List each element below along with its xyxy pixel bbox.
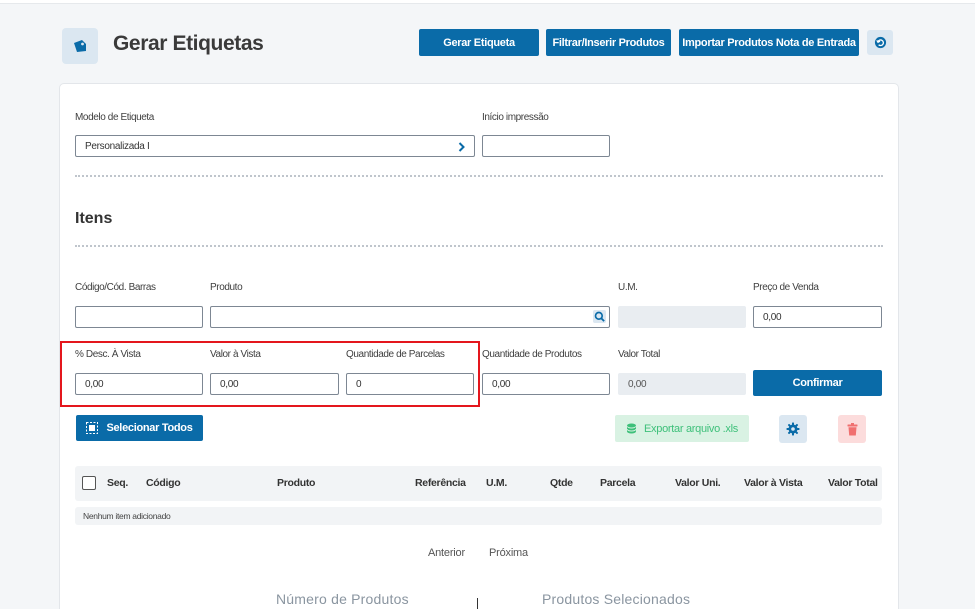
qtd-produtos-label: Quantidade de Produtos: [482, 349, 582, 360]
exportar-xls-label: Exportar arquivo .xls: [644, 422, 738, 435]
column-header: Código: [146, 477, 181, 489]
inicio-impressao-input[interactable]: [482, 135, 610, 157]
exportar-xls-button[interactable]: Exportar arquivo .xls: [615, 415, 749, 442]
column-header: Valor Uni.: [675, 477, 721, 489]
top-bar: [0, 0, 975, 4]
column-header: Valor à Vista: [744, 477, 803, 489]
itens-title: Itens: [75, 210, 113, 227]
valor-total-label: Valor Total: [618, 349, 660, 360]
tag-icon: [62, 28, 98, 64]
um-label: U.M.: [618, 282, 638, 293]
confirmar-button[interactable]: Confirmar: [753, 370, 882, 396]
gear-icon: [786, 422, 800, 436]
modelo-etiqueta-select[interactable]: Personalizada I: [75, 135, 475, 157]
produto-input[interactable]: [210, 306, 610, 328]
pagination-next[interactable]: Próxima: [489, 547, 528, 559]
settings-button[interactable]: [779, 415, 807, 443]
importar-nota-entrada-button[interactable]: Importar Produtos Nota de Entrada: [679, 29, 859, 56]
codigo-input[interactable]: [75, 306, 203, 328]
produtos-selecionados-label: Produtos Selecionados: [542, 591, 691, 607]
valor-total-input: 0,00: [618, 373, 746, 395]
column-header: Qtde: [550, 477, 573, 489]
stats-divider: [477, 598, 478, 609]
database-icon: [626, 423, 637, 434]
produto-label: Produto: [210, 282, 243, 293]
modelo-etiqueta-value: Personalizada I: [85, 140, 150, 152]
gerar-etiqueta-button[interactable]: Gerar Etiqueta: [419, 29, 539, 56]
undo-button[interactable]: [867, 30, 893, 55]
codigo-label: Código/Cód. Barras: [75, 282, 156, 293]
numero-produtos-label: Número de Produtos: [276, 591, 409, 607]
inicio-impressao-label: Início impressão: [482, 112, 549, 123]
table-header: Seq. Código Produto Referência U.M. Qtde…: [75, 466, 882, 501]
delete-button[interactable]: [838, 415, 866, 443]
column-header: Parcela: [600, 477, 636, 489]
chevron-right-icon: [458, 142, 465, 152]
modelo-etiqueta-label: Modelo de Etiqueta: [75, 112, 154, 123]
highlight-box: [60, 341, 480, 407]
pagination-previous[interactable]: Anterior: [428, 547, 465, 559]
select-all-checkbox[interactable]: [82, 476, 96, 490]
column-header: Referência: [415, 477, 466, 489]
divider: [75, 175, 883, 177]
selecionar-todos-button[interactable]: Selecionar Todos: [76, 415, 203, 441]
column-header: Valor Total: [828, 477, 878, 489]
preco-venda-label: Preço de Venda: [753, 282, 819, 293]
column-header: U.M.: [486, 477, 507, 489]
filtrar-inserir-produtos-button[interactable]: Filtrar/Inserir Produtos: [546, 29, 671, 56]
undo-icon: [874, 36, 886, 49]
column-header: Seq.: [107, 477, 128, 489]
divider: [75, 245, 883, 247]
search-icon[interactable]: [593, 310, 606, 323]
trash-icon: [847, 422, 857, 435]
selecionar-todos-label: Selecionar Todos: [106, 422, 193, 434]
column-header: Produto: [277, 477, 316, 489]
preco-venda-input[interactable]: 0,00: [753, 306, 882, 328]
qtd-produtos-input[interactable]: 0,00: [482, 373, 610, 395]
um-input: [618, 306, 746, 328]
select-all-icon: [86, 422, 99, 434]
empty-table-message: Nenhum item adicionado: [75, 507, 882, 525]
page-title: Gerar Etiquetas: [113, 32, 264, 55]
